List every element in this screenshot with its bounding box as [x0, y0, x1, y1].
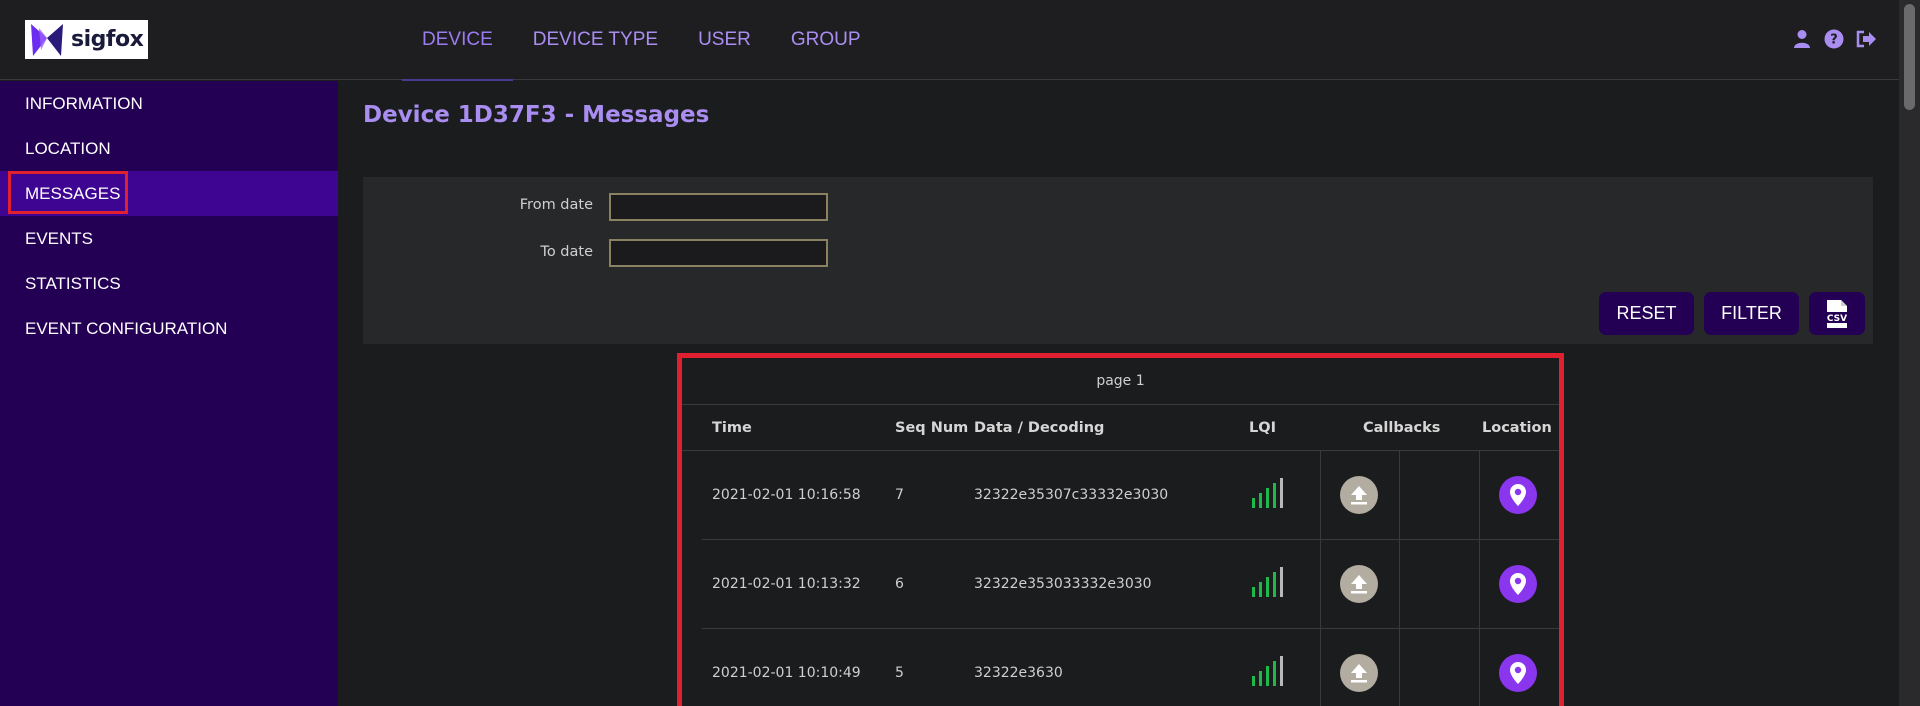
to-date-input[interactable]	[609, 239, 828, 267]
scrollbar-thumb[interactable]	[1904, 4, 1915, 110]
table-row: 2021-02-01 10:10:49 5 32322e3630	[702, 629, 1559, 706]
header-callbacks: Callbacks	[1363, 419, 1441, 436]
column-divider	[1479, 629, 1480, 706]
upload-icon	[1351, 575, 1367, 594]
sidebar: INFORMATION LOCATION MESSAGES EVENTS STA…	[0, 81, 338, 706]
nav-user[interactable]: USER	[678, 0, 771, 80]
header-seq-num: Seq Num	[895, 419, 969, 436]
location-button[interactable]	[1499, 565, 1537, 603]
csv-file-icon: CSV	[1824, 299, 1850, 328]
header-time: Time	[712, 419, 752, 436]
cell-time: 2021-02-01 10:13:32	[712, 576, 861, 592]
csv-icon-label: CSV	[1827, 314, 1847, 324]
logout-icon[interactable]	[1855, 28, 1877, 50]
csv-export-button[interactable]: CSV	[1809, 292, 1865, 335]
location-button[interactable]	[1499, 654, 1537, 692]
top-bar: sigfox DEVICE DEVICE TYPE USER GROUP ?	[0, 0, 1899, 81]
from-date-label: From date	[519, 197, 593, 213]
column-divider	[1320, 540, 1321, 628]
cell-seq-num: 6	[895, 576, 904, 592]
cell-seq-num: 7	[895, 487, 904, 503]
signal-bars-icon	[1252, 656, 1283, 686]
column-divider	[1479, 451, 1480, 539]
sidebar-item-messages[interactable]: MESSAGES	[0, 171, 338, 216]
nav-group[interactable]: GROUP	[771, 0, 881, 80]
sidebar-item-label: EVENTS	[25, 228, 94, 248]
signal-bars-icon	[1252, 567, 1283, 597]
sidebar-item-information[interactable]: INFORMATION	[0, 81, 338, 126]
map-pin-icon	[1510, 573, 1526, 595]
page-indicator: page 1	[682, 358, 1559, 405]
reset-button[interactable]: RESET	[1599, 292, 1694, 335]
location-button[interactable]	[1499, 476, 1537, 514]
filter-button[interactable]: FILTER	[1704, 292, 1799, 335]
column-divider	[1399, 540, 1400, 628]
brand-name: sigfox	[71, 27, 144, 52]
help-icon[interactable]: ?	[1823, 28, 1845, 50]
cell-time: 2021-02-01 10:16:58	[712, 487, 861, 503]
header-data-decoding: Data / Decoding	[974, 419, 1105, 436]
sigfox-logo[interactable]: sigfox	[25, 20, 148, 59]
main-nav: DEVICE DEVICE TYPE USER GROUP	[402, 0, 881, 81]
sidebar-item-label: EVENT CONFIGURATION	[25, 318, 228, 338]
cell-time: 2021-02-01 10:10:49	[712, 665, 861, 681]
upload-icon	[1351, 486, 1367, 505]
column-divider	[1399, 451, 1400, 539]
top-icons: ?	[1791, 28, 1877, 50]
user-icon[interactable]	[1791, 28, 1813, 50]
signal-bars-icon	[1252, 478, 1283, 508]
column-divider	[1320, 629, 1321, 706]
messages-table: page 1 Time Seq Num Data / Decoding LQI …	[677, 353, 1564, 706]
column-divider	[1399, 629, 1400, 706]
scrollbar[interactable]	[1899, 0, 1920, 706]
to-date-label: To date	[540, 244, 593, 260]
sidebar-item-label: LOCATION	[25, 138, 111, 158]
highlight-box	[8, 171, 128, 214]
sidebar-item-event-configuration[interactable]: EVENT CONFIGURATION	[0, 306, 338, 351]
cell-data: 32322e35307c33332e3030	[974, 487, 1169, 503]
cell-seq-num: 5	[895, 665, 904, 681]
cell-data: 32322e353033332e3030	[974, 576, 1152, 592]
sidebar-item-statistics[interactable]: STATISTICS	[0, 261, 338, 306]
callback-button[interactable]	[1340, 654, 1378, 692]
butterfly-icon	[31, 23, 63, 56]
header-lqi: LQI	[1249, 419, 1276, 436]
nav-device[interactable]: DEVICE	[402, 0, 513, 81]
from-date-input[interactable]	[609, 193, 828, 221]
callback-button[interactable]	[1340, 565, 1378, 603]
header-location: Location	[1482, 419, 1552, 436]
cell-data: 32322e3630	[974, 665, 1063, 681]
sidebar-item-events[interactable]: EVENTS	[0, 216, 338, 261]
svg-text:?: ?	[1830, 33, 1838, 48]
sidebar-item-location[interactable]: LOCATION	[0, 126, 338, 171]
callback-button[interactable]	[1340, 476, 1378, 514]
table-row: 2021-02-01 10:13:32 6 32322e353033332e30…	[702, 540, 1559, 629]
filter-panel: From date To date RESET FILTER CSV	[363, 177, 1873, 344]
map-pin-icon	[1510, 484, 1526, 506]
table-row: 2021-02-01 10:16:58 7 32322e35307c33332e…	[702, 451, 1559, 540]
page-title: Device 1D37F3 - Messages	[363, 102, 710, 128]
sidebar-item-label: STATISTICS	[25, 273, 121, 293]
upload-icon	[1351, 664, 1367, 683]
column-divider	[1479, 540, 1480, 628]
sidebar-item-label: INFORMATION	[25, 93, 143, 113]
column-divider	[1320, 451, 1321, 539]
nav-device-type[interactable]: DEVICE TYPE	[513, 0, 678, 80]
map-pin-icon	[1510, 662, 1526, 684]
